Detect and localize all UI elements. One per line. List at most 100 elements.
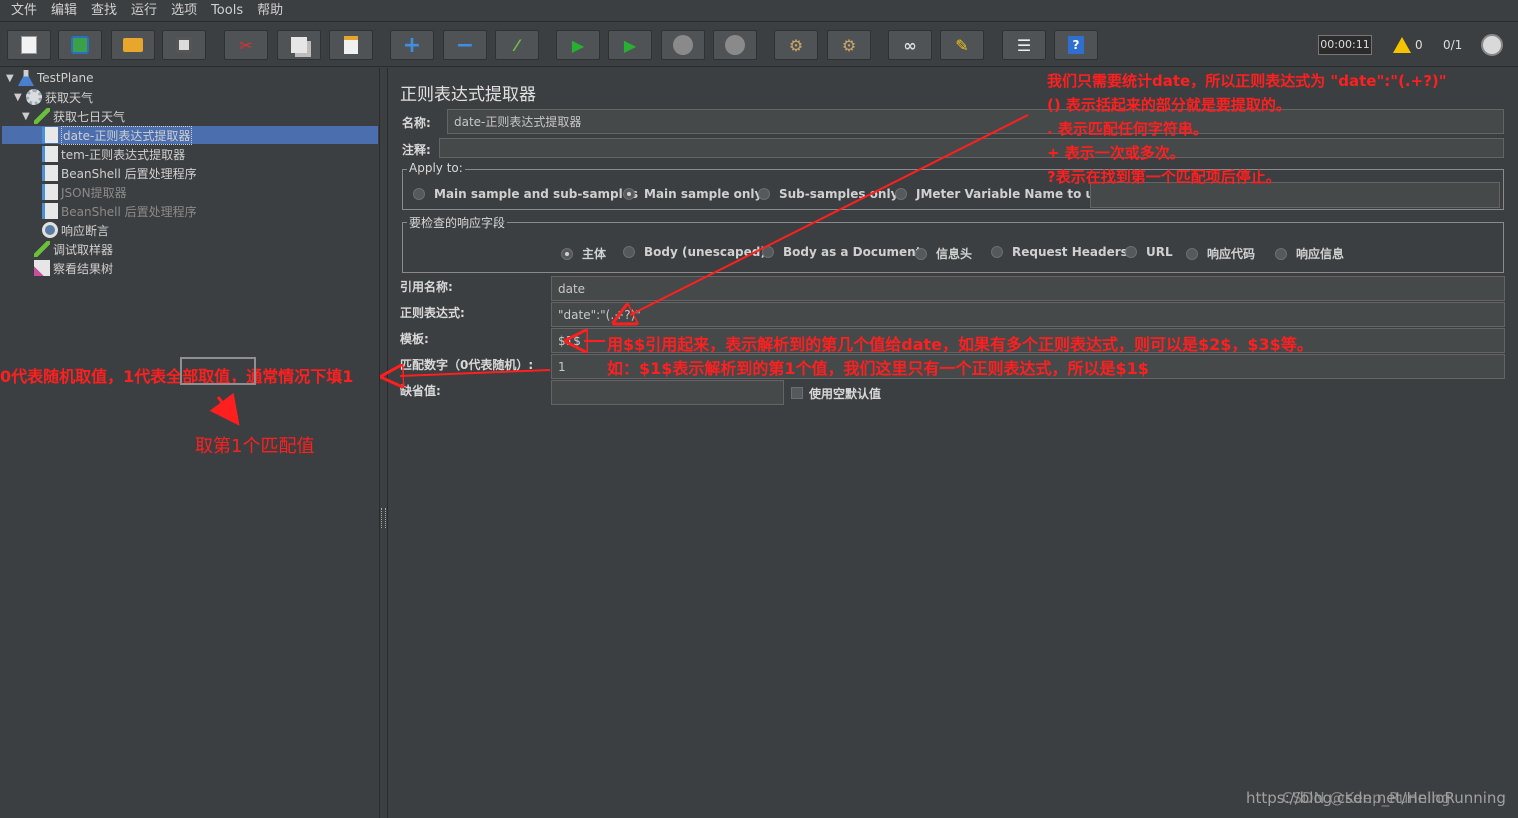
radio-request-headers[interactable]: Request Headers bbox=[991, 245, 1128, 259]
tree-node-debug-sampler[interactable]: 调试取样器 bbox=[34, 240, 113, 258]
default-value-input[interactable] bbox=[551, 380, 784, 405]
annotation-regex-note-2: () 表示括起来的部分就是要提取的。 bbox=[1047, 96, 1291, 114]
menu-run[interactable]: 运行 bbox=[124, 0, 164, 22]
open-button[interactable] bbox=[111, 30, 155, 60]
reset-search-icon: ✎ bbox=[955, 35, 969, 55]
collapse-all-button[interactable]: − bbox=[443, 30, 487, 60]
tree-node-sampler[interactable]: ▼ 获取七日天气 bbox=[22, 107, 125, 125]
regex-label: 正则表达式: bbox=[400, 306, 465, 320]
warning-indicator[interactable]: 0 bbox=[1393, 35, 1423, 55]
annotation-highlight-box bbox=[180, 357, 256, 385]
templates-button[interactable] bbox=[58, 30, 102, 60]
tree-node-thread-group[interactable]: ▼ 获取天气 bbox=[14, 88, 93, 106]
use-empty-default-checkbox[interactable] bbox=[791, 387, 803, 399]
tree-node-beanshell-2[interactable]: BeanShell 后置处理程序 bbox=[42, 202, 197, 220]
start-icon: ▶ bbox=[571, 35, 585, 55]
tree-node-test-plan[interactable]: ▼ TestPlane bbox=[6, 69, 94, 87]
radio-dot[interactable] bbox=[623, 188, 635, 200]
radio-dot[interactable] bbox=[1275, 247, 1287, 260]
radio-dot[interactable] bbox=[561, 247, 573, 260]
field-to-check-group: 要检查的响应字段 主体 Body (unescaped) Body as a D… bbox=[402, 214, 1504, 273]
stop-icon bbox=[673, 35, 693, 55]
extractor-panel: 正则表达式提取器 名称: date-正则表达式提取器 注释: Apply to:… bbox=[389, 68, 1516, 816]
toggle-button[interactable]: ⁄ bbox=[495, 30, 539, 60]
name-field[interactable]: date-正则表达式提取器 bbox=[447, 109, 1504, 134]
radio-dot[interactable] bbox=[915, 247, 927, 260]
split-pane-divider[interactable] bbox=[380, 68, 388, 818]
radio-dot[interactable] bbox=[991, 246, 1003, 258]
annotation-regex-note-5: ?表示在找到第一个匹配项后停止。 bbox=[1047, 168, 1281, 186]
clear-button[interactable]: ⚙ bbox=[774, 30, 818, 60]
drag-handle-icon[interactable] bbox=[381, 508, 386, 528]
radio-headers[interactable]: 信息头 bbox=[915, 245, 972, 262]
radio-dot[interactable] bbox=[758, 188, 770, 200]
menu-tools[interactable]: Tools bbox=[204, 0, 250, 22]
radio-url[interactable]: URL bbox=[1125, 245, 1173, 259]
regex-input[interactable]: "date":"(.+?)" bbox=[551, 302, 1505, 327]
radio-body[interactable]: 主体 bbox=[561, 245, 606, 262]
radio-label: JMeter Variable Name to use bbox=[916, 187, 1110, 201]
radio-dot[interactable] bbox=[413, 188, 425, 200]
clear-all-icon: ⚙ bbox=[841, 35, 857, 55]
radio-response-code[interactable]: 响应代码 bbox=[1186, 245, 1255, 262]
paste-icon bbox=[341, 35, 361, 55]
radio-label: Sub-samples only bbox=[779, 187, 899, 201]
radio-label: URL bbox=[1146, 245, 1173, 259]
expand-toggle-icon[interactable]: ▼ bbox=[6, 73, 16, 84]
tree-node-result-tree[interactable]: 察看结果树 bbox=[34, 259, 113, 277]
expand-all-button[interactable]: + bbox=[390, 30, 434, 60]
radio-dot[interactable] bbox=[1186, 247, 1198, 260]
stop-button[interactable] bbox=[661, 30, 705, 60]
menu-options[interactable]: 选项 bbox=[164, 0, 204, 22]
radio-dot[interactable] bbox=[623, 246, 635, 258]
menu-help[interactable]: 帮助 bbox=[250, 0, 290, 22]
tree-node-beanshell-1[interactable]: BeanShell 后置处理程序 bbox=[42, 164, 197, 182]
radio-dot[interactable] bbox=[762, 246, 774, 258]
radio-response-message[interactable]: 响应信息 bbox=[1275, 245, 1344, 262]
cut-button[interactable]: ✂ bbox=[224, 30, 268, 60]
annotation-regex-note-3: . 表示匹配任何字符串。 bbox=[1047, 120, 1208, 138]
start-button[interactable]: ▶ bbox=[556, 30, 600, 60]
radio-body-unescaped[interactable]: Body (unescaped) bbox=[623, 245, 766, 259]
clear-all-button[interactable]: ⚙ bbox=[827, 30, 871, 60]
start-no-pause-button[interactable]: ▶ bbox=[608, 30, 652, 60]
reset-search-button[interactable]: ✎ bbox=[940, 30, 984, 60]
shutdown-button[interactable] bbox=[713, 30, 757, 60]
collapse-icon: − bbox=[455, 32, 475, 58]
tree-node-assertion[interactable]: 响应断言 bbox=[42, 221, 109, 239]
tree-node-label: BeanShell 后置处理程序 bbox=[61, 204, 197, 219]
tree-node-json-extractor[interactable]: JSON提取器 bbox=[42, 183, 127, 201]
help-button[interactable]: ? bbox=[1054, 30, 1098, 60]
tree-node-date-extractor[interactable]: date-正则表达式提取器 bbox=[2, 125, 378, 145]
tree-node-tem-extractor[interactable]: tem-正则表达式提取器 bbox=[42, 145, 185, 163]
search-button[interactable]: ∞ bbox=[888, 30, 932, 60]
clear-icon: ⚙ bbox=[788, 35, 804, 55]
radio-sub-only[interactable]: Sub-samples only bbox=[758, 187, 898, 201]
tree-node-label: JSON提取器 bbox=[61, 185, 127, 200]
radio-jmeter-variable[interactable]: JMeter Variable Name to use bbox=[895, 187, 1109, 201]
radio-dot[interactable] bbox=[1125, 246, 1137, 258]
radio-main-only[interactable]: Main sample only bbox=[623, 187, 762, 201]
comment-field[interactable] bbox=[439, 138, 1504, 158]
radio-label: Main sample only bbox=[644, 187, 763, 201]
radio-main-and-sub[interactable]: Main sample and sub-samples bbox=[413, 187, 638, 201]
radio-dot[interactable] bbox=[895, 188, 907, 200]
save-button[interactable] bbox=[162, 30, 206, 60]
paste-button[interactable] bbox=[329, 30, 373, 60]
tree-node-label: 察看结果树 bbox=[53, 261, 114, 276]
menu-edit[interactable]: 编辑 bbox=[44, 0, 84, 22]
annotation-match-pre: 0代表随机取值，1代表 bbox=[0, 367, 167, 386]
radio-label: Main sample and sub-samples bbox=[434, 187, 639, 201]
radio-body-as-document[interactable]: Body as a Document bbox=[762, 245, 921, 259]
expand-toggle-icon[interactable]: ▼ bbox=[22, 111, 32, 122]
menu-search[interactable]: 查找 bbox=[84, 0, 124, 22]
annotation-match-result: 取第1个匹配值 bbox=[195, 436, 315, 457]
ref-name-input[interactable]: date bbox=[551, 276, 1505, 301]
menu-file[interactable]: 文件 bbox=[4, 0, 44, 22]
copy-button[interactable] bbox=[277, 30, 321, 60]
toolbar: ✂ + − ⁄ ▶ ▶ ⚙ ⚙ ∞ ✎ ☰ ? 00:00:11 0 0/1 bbox=[0, 23, 1518, 67]
expand-toggle-icon[interactable]: ▼ bbox=[14, 92, 24, 103]
function-helper-button[interactable]: ☰ bbox=[1002, 30, 1046, 60]
remote-icon[interactable] bbox=[1481, 34, 1503, 56]
new-button[interactable] bbox=[7, 30, 51, 60]
